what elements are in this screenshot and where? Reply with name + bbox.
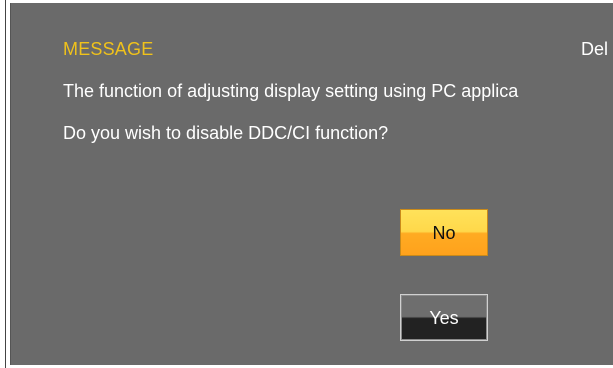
message-line-2: Do you wish to disable DDC/CI function? [63,123,389,143]
screen: MESSAGE Del The function of adjusting di… [0,0,613,368]
osd-message-dialog: MESSAGE Del The function of adjusting di… [10,3,613,365]
frame-divider [5,0,6,368]
message-line-1: The function of adjusting display settin… [63,81,519,101]
no-button[interactable]: No [400,209,488,256]
yes-button[interactable]: Yes [400,294,488,341]
brand-label: Del [581,39,609,59]
dialog-title: MESSAGE [63,39,154,59]
